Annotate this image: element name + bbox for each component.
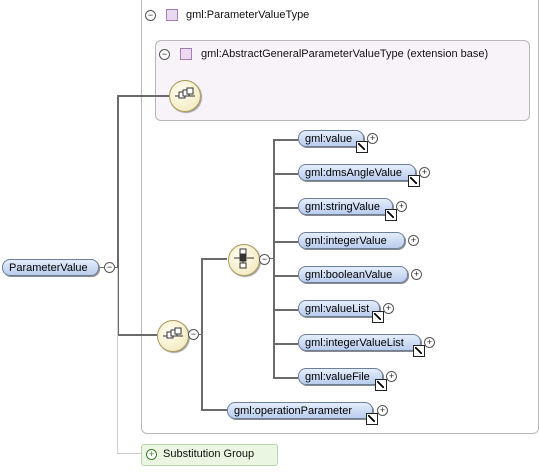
connector-line <box>273 275 298 277</box>
type-collapse-toggle[interactable]: − <box>145 10 156 21</box>
connector-line <box>273 139 298 141</box>
element-label: gml:dmsAngleValue <box>305 167 403 179</box>
substitution-line <box>117 268 118 453</box>
sequence-icon <box>175 87 195 99</box>
sequence-collapse-toggle[interactable]: − <box>188 329 199 340</box>
connector-line <box>117 334 157 336</box>
substitution-expand-toggle[interactable]: + <box>146 449 157 460</box>
choice-element[interactable]: gml:stringValue <box>298 198 393 215</box>
expand-toggle[interactable]: + <box>386 371 397 382</box>
complex-type-icon <box>180 48 192 60</box>
choice-element[interactable]: gml:integerValue <box>298 232 405 249</box>
choice-element[interactable]: gml:integerValueList <box>298 334 421 351</box>
connector-line <box>201 258 227 260</box>
choice-element[interactable]: gml:booleanValue <box>298 266 408 283</box>
expand-toggle[interactable]: + <box>411 269 422 280</box>
root-element-label: ParameterValue <box>9 262 88 274</box>
element-label: gml:integerValueList <box>305 337 404 349</box>
expand-toggle[interactable]: + <box>377 405 388 416</box>
element-label: gml:stringValue <box>305 201 380 213</box>
element-label: gml:operationParameter <box>234 405 353 417</box>
connector-line <box>201 409 227 411</box>
connector-line <box>273 207 298 209</box>
reference-arrow-icon <box>366 413 378 425</box>
base-title: gml:AbstractGeneralParameterValueType (e… <box>201 48 489 60</box>
element-label: gml:integerValue <box>305 235 387 247</box>
element-label: gml:value <box>305 133 353 145</box>
element-label: gml:booleanValue <box>305 269 393 281</box>
expand-toggle[interactable]: + <box>383 303 394 314</box>
connector-line <box>273 309 298 311</box>
connector-line <box>273 377 298 379</box>
choice-icon <box>234 248 254 269</box>
expand-toggle[interactable]: + <box>396 201 407 212</box>
root-collapse-toggle[interactable]: − <box>104 262 115 273</box>
connector-line <box>201 258 203 410</box>
reference-arrow-icon <box>413 345 425 357</box>
root-element[interactable]: ParameterValue <box>2 259 99 276</box>
reference-arrow-icon <box>385 209 397 221</box>
type-title: gml:ParameterValueType <box>186 9 310 21</box>
choice-element[interactable]: gml:valueList <box>298 300 380 317</box>
complex-type-icon <box>166 9 178 21</box>
reference-arrow-icon <box>375 379 387 391</box>
connector-line <box>117 95 169 97</box>
connector-line <box>273 173 298 175</box>
expand-toggle[interactable]: + <box>419 167 430 178</box>
choice-element[interactable]: gml:value <box>298 130 364 147</box>
connector-line <box>273 343 298 345</box>
choice-collapse-toggle[interactable]: − <box>259 254 270 265</box>
expand-toggle[interactable]: + <box>408 235 419 246</box>
sequence-compositor[interactable] <box>157 320 189 352</box>
reference-arrow-icon <box>356 141 368 153</box>
base-collapse-toggle[interactable]: − <box>159 49 170 60</box>
choice-element[interactable]: gml:dmsAngleValue <box>298 164 416 181</box>
connector-line <box>273 241 298 243</box>
substitution-line <box>117 453 141 454</box>
extension-sequence-compositor[interactable] <box>169 80 201 112</box>
element-label: gml:valueFile <box>305 371 370 383</box>
sequence-icon <box>163 327 183 339</box>
expand-toggle[interactable]: + <box>424 337 435 348</box>
operation-parameter-element[interactable]: gml:operationParameter <box>227 402 373 419</box>
reference-arrow-icon <box>372 311 384 323</box>
expand-toggle[interactable]: + <box>367 133 378 144</box>
substitution-group-label: Substitution Group <box>163 448 255 460</box>
choice-compositor[interactable] <box>228 244 260 276</box>
element-label: gml:valueList <box>305 303 370 315</box>
choice-element[interactable]: gml:valueFile <box>298 368 383 385</box>
reference-arrow-icon <box>408 175 420 187</box>
